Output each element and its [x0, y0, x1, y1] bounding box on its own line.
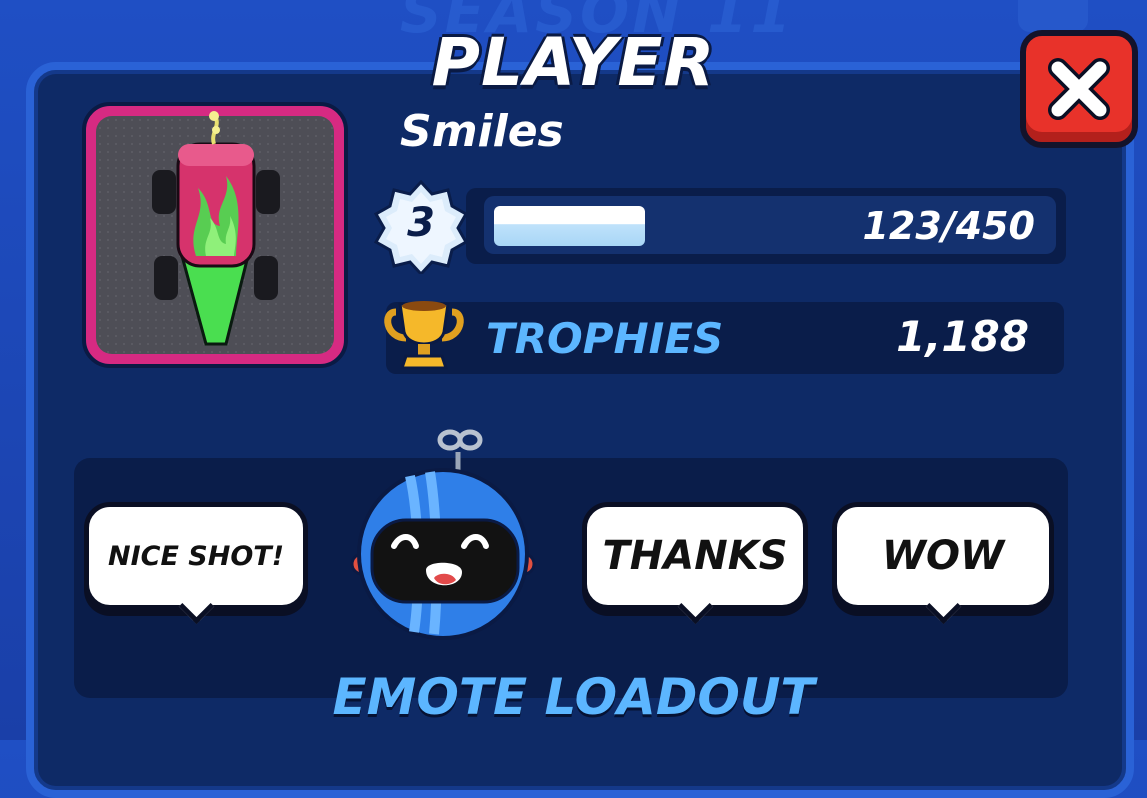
- trophy-icon: [384, 301, 464, 370]
- emote-wow[interactable]: WOW: [832, 502, 1054, 610]
- page-title: PLAYER: [431, 24, 716, 101]
- emote-loadout-label: EMOTE LOADOUT: [332, 668, 815, 726]
- emote-thanks[interactable]: THANKS: [582, 502, 808, 610]
- emote-nice-shot[interactable]: NICE SHOT!: [84, 502, 308, 610]
- trophies-value: 1,188: [896, 312, 1029, 361]
- xp-progress-text: 123/450: [862, 204, 1035, 248]
- player-avatar[interactable]: [82, 102, 348, 368]
- player-name: Smiles: [400, 106, 564, 157]
- trophies-label: TROPHIES: [486, 314, 724, 363]
- robot-emote-icon[interactable]: [350, 422, 540, 642]
- close-button[interactable]: [1020, 30, 1138, 148]
- player-level: 3: [407, 200, 435, 246]
- xp-bar-fill: [494, 206, 645, 246]
- emote-wow-label: WOW: [881, 533, 1005, 579]
- race-car-avatar-icon: [152, 111, 280, 346]
- emote-nice-shot-label: NICE SHOT!: [107, 540, 285, 572]
- close-icon: [1048, 58, 1110, 120]
- emote-thanks-label: THANKS: [602, 533, 788, 579]
